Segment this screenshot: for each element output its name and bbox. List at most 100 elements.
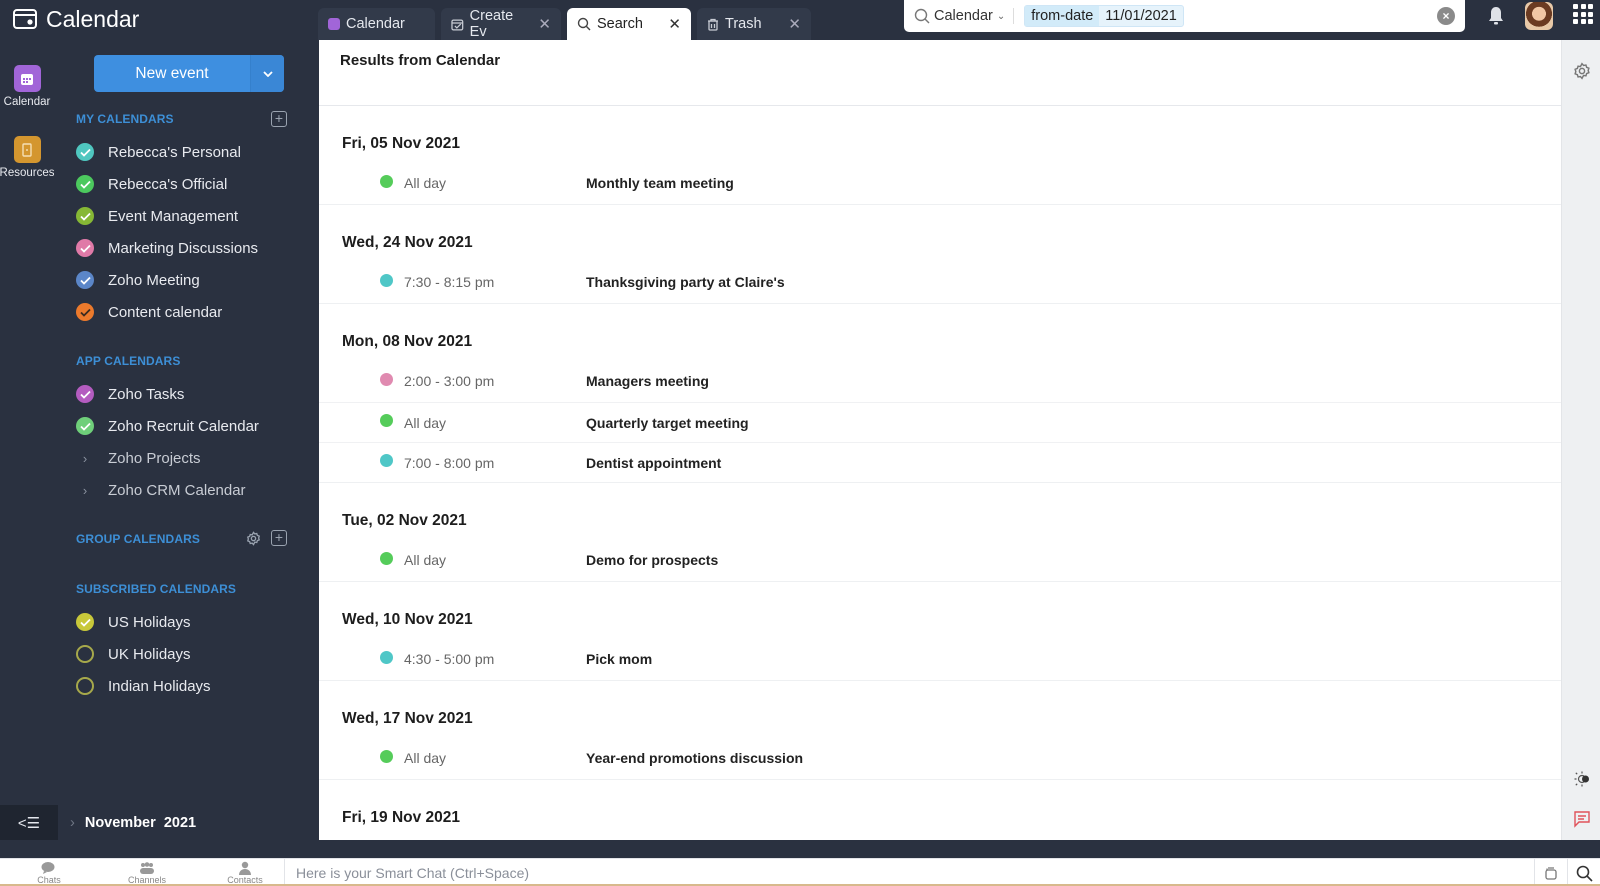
event-row[interactable]: All day Demo for prospects	[319, 541, 1561, 581]
event-row[interactable]: 6:00 - 7:15 pmJane's birthday party	[319, 838, 1561, 840]
smart-chat-input[interactable]: Here is your Smart Chat (Ctrl+Space)	[284, 859, 1534, 886]
add-calendar-icon[interactable]: +	[271, 111, 287, 127]
search-results-panel: Results from Calendar Fri, 05 Nov 2021 Al…	[319, 40, 1561, 840]
calendar-label: US Holidays	[108, 613, 191, 631]
clear-search-icon[interactable]: ×	[1437, 7, 1455, 25]
search-scope-dropdown[interactable]: Calendar ⌄	[914, 8, 1015, 24]
chevron-right-icon[interactable]: ›	[76, 451, 94, 466]
calendar-item[interactable]: Content calendar	[76, 300, 222, 324]
calendar-item[interactable]: UK Holidays	[76, 642, 191, 666]
event-row[interactable]: All day Monthly team meeting	[319, 164, 1561, 204]
event-title[interactable]: Year-end promotions discussion	[586, 750, 803, 766]
rail-item-resources[interactable]: Resources	[0, 136, 54, 179]
rail-item-calendar[interactable]: Calendar	[0, 65, 54, 108]
feedback-icon[interactable]	[1573, 810, 1591, 828]
collapse-sidebar-button[interactable]: <☰	[0, 805, 58, 840]
close-icon[interactable]: ✕	[788, 15, 801, 33]
event-title[interactable]: Thanksgiving party at Claire's	[586, 274, 785, 290]
event-title[interactable]: Monthly team meeting	[586, 175, 734, 191]
filter-value[interactable]: 11/01/2021	[1099, 8, 1183, 24]
theme-toggle-icon[interactable]	[1573, 770, 1591, 788]
calendar-item[interactable]: Marketing Discussions	[76, 236, 258, 260]
close-icon[interactable]: ✕	[668, 15, 681, 33]
calendar-item[interactable]: Zoho Meeting	[76, 268, 200, 292]
user-avatar[interactable]	[1525, 2, 1553, 30]
calendar-item[interactable]: Indian Holidays	[76, 674, 211, 698]
checkbox-unchecked-icon[interactable]	[76, 645, 94, 663]
calendar-item[interactable]: Event Management	[76, 204, 238, 228]
search-bar[interactable]: Calendar ⌄ from-date 11/01/2021 ×	[904, 0, 1465, 32]
tab-create-event[interactable]: Create Ev ✕	[441, 8, 561, 40]
settings-gear-icon[interactable]	[1573, 62, 1591, 80]
filter-chip[interactable]: from-date 11/01/2021	[1024, 5, 1184, 27]
chevron-right-icon[interactable]: ›	[76, 483, 94, 498]
channels-button[interactable]: Channels	[98, 859, 196, 886]
add-group-calendar-icon[interactable]: +	[271, 530, 287, 546]
search-icon	[1576, 865, 1593, 882]
checkbox-checked-icon[interactable]	[76, 207, 94, 225]
event-time: 7:30 - 8:15 pm	[404, 274, 495, 290]
contacts-icon	[239, 861, 251, 875]
checkbox-checked-icon[interactable]	[76, 271, 94, 289]
checkbox-checked-icon[interactable]	[76, 417, 94, 435]
global-search-button[interactable]	[1567, 859, 1600, 886]
checkbox-checked-icon[interactable]	[76, 385, 94, 403]
event-row[interactable]: 2:00 - 3:00 pm Managers meeting	[319, 362, 1561, 402]
filter-key: from-date	[1025, 6, 1100, 26]
checkbox-checked-icon[interactable]	[76, 239, 94, 257]
layers-button[interactable]	[1534, 859, 1567, 886]
calendar-color-dot-icon	[380, 273, 393, 287]
app-title: Calendar	[12, 4, 139, 34]
notification-bell-icon[interactable]	[1487, 6, 1505, 26]
calendar-item-expandable[interactable]: › Zoho CRM Calendar	[76, 478, 246, 502]
close-icon[interactable]: ✕	[538, 15, 551, 33]
tab-trash[interactable]: Trash ✕	[697, 8, 811, 40]
gear-icon[interactable]	[246, 530, 261, 546]
tab-search[interactable]: Search ✕	[567, 8, 691, 40]
event-time: 2:00 - 3:00 pm	[404, 373, 495, 389]
event-row[interactable]: All day Year-end promotions discussion	[319, 739, 1561, 779]
apps-grid-icon[interactable]	[1573, 4, 1593, 24]
date-heading: Tue, 02 Nov 2021	[342, 512, 467, 529]
date-heading: Wed, 24 Nov 2021	[342, 234, 473, 251]
calendar-item[interactable]: US Holidays	[76, 610, 191, 634]
contacts-button[interactable]: Contacts	[196, 859, 294, 886]
checkbox-unchecked-icon[interactable]	[76, 677, 94, 695]
new-event-button[interactable]: New event	[94, 55, 250, 92]
calendar-label: Zoho Tasks	[108, 385, 185, 403]
calendar-label: Indian Holidays	[108, 677, 211, 695]
tab-calendar[interactable]: Calendar	[318, 8, 435, 40]
event-title[interactable]: Demo for prospects	[586, 552, 718, 568]
event-title[interactable]: Pick mom	[586, 651, 652, 667]
calendar-item-expandable[interactable]: › Zoho Projects	[76, 446, 201, 470]
event-title[interactable]: Quarterly target meeting	[586, 415, 749, 431]
calendar-color-dot-icon	[380, 372, 393, 386]
date-group: Mon, 08 Nov 2021 2:00 - 3:00 pm Managers m…	[319, 304, 1561, 483]
calendar-item[interactable]: Zoho Tasks	[76, 382, 184, 406]
chevron-down-icon: ⌄	[996, 10, 1006, 22]
mini-calendar-toggle[interactable]: › November 2021	[70, 815, 196, 831]
event-row[interactable]: 7:30 - 8:15 pm Thanksgiving party at Clai…	[319, 263, 1561, 303]
sidebar: New event MY CALENDARS + Rebecca's Perso…	[0, 40, 319, 840]
event-row[interactable]: 7:00 - 8:00 pm Dentist appointment	[319, 442, 1561, 482]
event-title[interactable]: Dentist appointment	[586, 455, 721, 471]
calendar-item[interactable]: Rebecca's Official	[76, 172, 227, 196]
checkbox-checked-icon[interactable]	[76, 143, 94, 161]
event-title[interactable]: Managers meeting	[586, 373, 709, 389]
new-event-dropdown[interactable]	[250, 55, 284, 92]
app-title-text: Calendar	[46, 5, 140, 32]
calendar-label: Rebecca's Official	[108, 175, 228, 193]
chevron-down-icon	[262, 70, 273, 77]
chats-button[interactable]: Chats	[0, 859, 98, 886]
date-group: Fri, 19 Nov 2021 6:00 - 7:15 pmJane's bir…	[319, 780, 1561, 840]
calendar-color-dot-icon	[380, 174, 393, 188]
event-row[interactable]: 4:30 - 5:00 pm Pick mom	[319, 640, 1561, 680]
create-event-icon	[451, 18, 464, 30]
rail-label: Resources	[0, 167, 55, 179]
calendar-item[interactable]: Rebecca's Personal	[76, 140, 241, 164]
event-row[interactable]: All day Quarterly target meeting	[319, 402, 1561, 442]
checkbox-checked-icon[interactable]	[76, 175, 94, 193]
checkbox-checked-icon[interactable]	[76, 613, 94, 631]
checkbox-checked-icon[interactable]	[76, 303, 94, 321]
calendar-item[interactable]: Zoho Recruit Calendar	[76, 414, 259, 438]
